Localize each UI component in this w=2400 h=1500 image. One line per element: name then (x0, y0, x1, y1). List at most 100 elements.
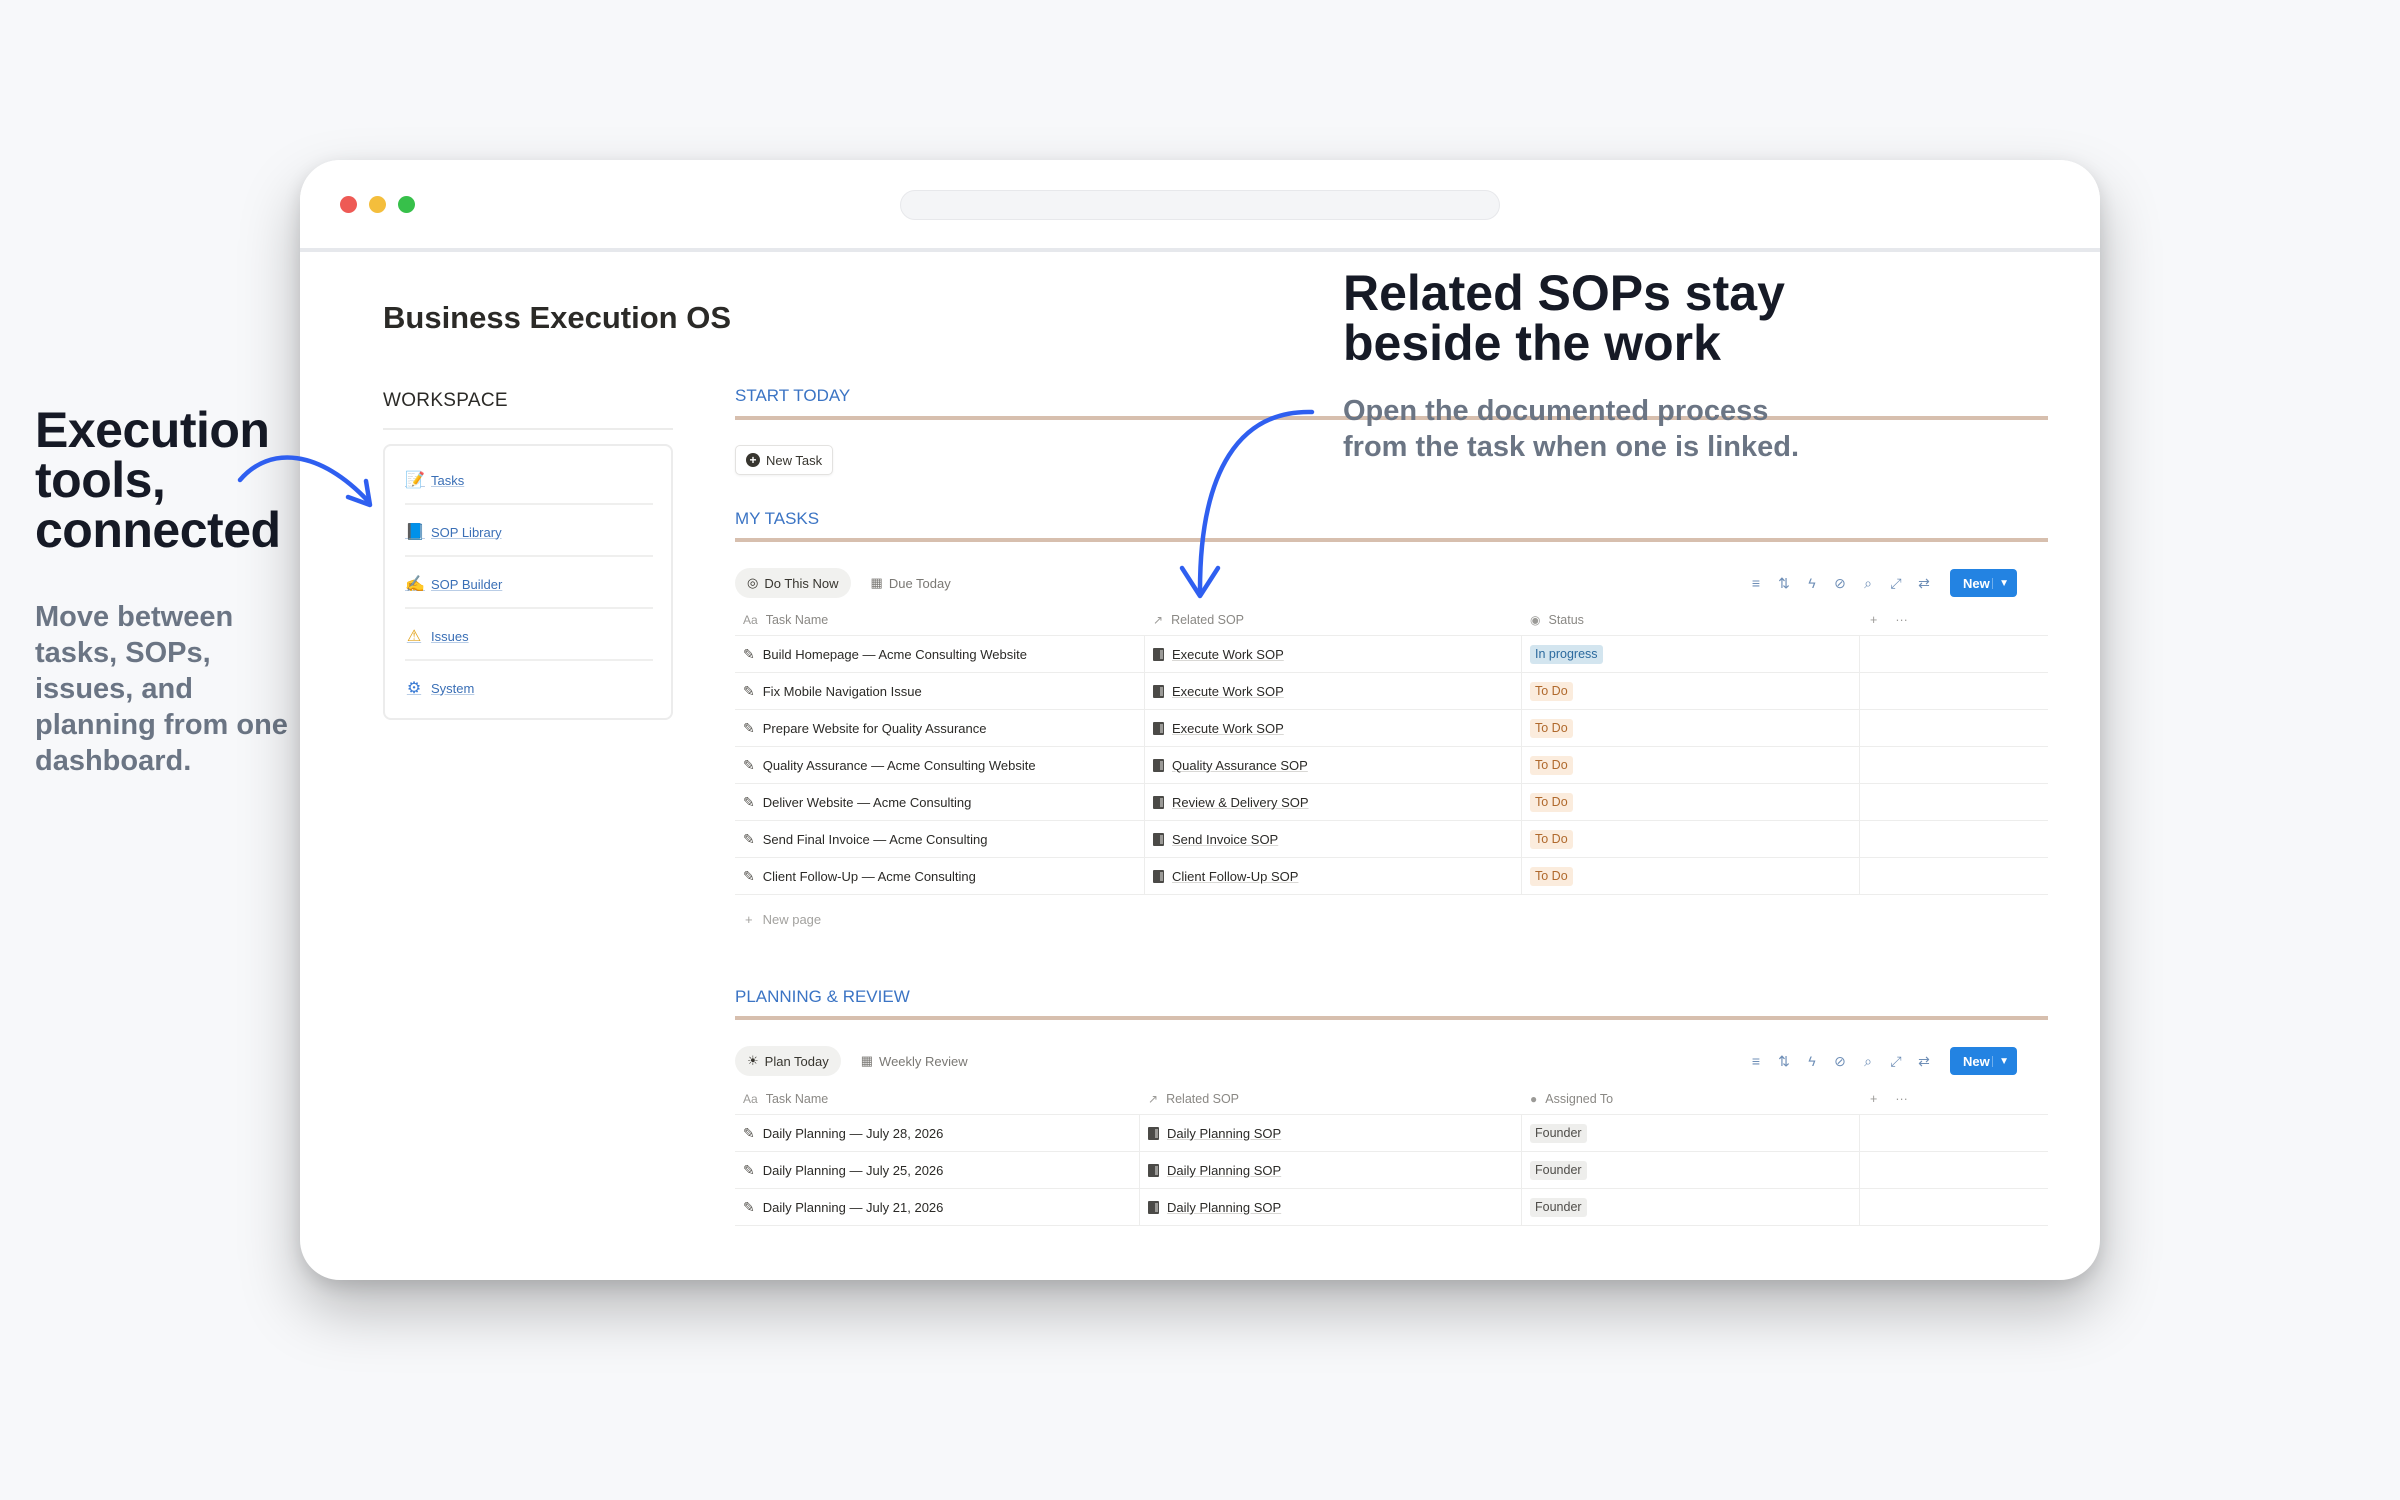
related-sop-link[interactable]: Execute Work SOP (1172, 647, 1284, 662)
status-cell[interactable]: To Do (1522, 821, 1860, 857)
task-name[interactable]: Send Final Invoice — Acme Consulting (763, 832, 988, 847)
status-cell[interactable]: To Do (1522, 747, 1860, 783)
task-name-cell[interactable]: ✎ Daily Planning — July 25, 2026 (735, 1152, 1140, 1188)
minimize-window-button[interactable] (369, 196, 386, 213)
filter-icon[interactable]: ≡ (1748, 1053, 1764, 1069)
related-sop-link[interactable]: Daily Planning SOP (1167, 1163, 1281, 1178)
table-row[interactable]: ✎ Daily Planning — July 28, 2026 Daily Pla… (735, 1115, 2048, 1152)
automation-icon[interactable]: ϟ (1804, 575, 1820, 591)
related-sop-link[interactable]: Send Invoice SOP (1172, 832, 1278, 847)
task-name-cell[interactable]: ✎ Fix Mobile Navigation Issue (735, 673, 1145, 709)
task-name-cell[interactable]: ✎ Prepare Website for Quality Assurance (735, 710, 1145, 746)
table-row[interactable]: ✎ Daily Planning — July 21, 2026 Daily Pla… (735, 1189, 2048, 1226)
task-name[interactable]: Daily Planning — July 21, 2026 (763, 1200, 944, 1215)
search-icon[interactable]: ⌕ (1860, 575, 1876, 592)
task-name[interactable]: Deliver Website — Acme Consulting (763, 795, 972, 810)
settings-sliders-icon[interactable]: ⇄ (1916, 575, 1932, 592)
task-name-cell[interactable]: ✎ Quality Assurance — Acme Consulting Web… (735, 747, 1145, 783)
table-row[interactable]: ✎ Quality Assurance — Acme Consulting Web… (735, 747, 2048, 784)
related-sop-cell[interactable]: Execute Work SOP (1145, 710, 1522, 746)
new-record-button[interactable]: New ▼ (1950, 569, 2017, 597)
chevron-down-icon[interactable]: ▼ (1992, 577, 2009, 589)
column-header-task-name[interactable]: Aa Task Name (735, 604, 1145, 635)
task-name-cell[interactable]: ✎ Build Homepage — Acme Consulting Websit… (735, 636, 1145, 672)
tab-do-this-now[interactable]: ◎ Do This Now (735, 568, 851, 598)
settings-sliders-icon[interactable]: ⇄ (1916, 1053, 1932, 1070)
related-sop-cell[interactable]: Quality Assurance SOP (1145, 747, 1522, 783)
table-row[interactable]: ✎ Prepare Website for Quality Assurance Ex… (735, 710, 2048, 747)
status-cell[interactable]: To Do (1522, 710, 1860, 746)
tab-weekly-review[interactable]: ▦ Weekly Review (849, 1046, 980, 1076)
address-bar[interactable] (900, 190, 1500, 220)
hide-icon[interactable]: ⊘ (1832, 575, 1848, 592)
automation-icon[interactable]: ϟ (1804, 1053, 1820, 1069)
tab-plan-today[interactable]: ☀ Plan Today (735, 1046, 841, 1076)
related-sop-link[interactable]: Daily Planning SOP (1167, 1126, 1281, 1141)
search-icon[interactable]: ⌕ (1860, 1053, 1876, 1070)
task-name-cell[interactable]: ✎ Client Follow-Up — Acme Consulting (735, 858, 1145, 894)
sort-icon[interactable]: ⇅ (1776, 1053, 1792, 1070)
table-row[interactable]: ✎ Build Homepage — Acme Consulting Websit… (735, 636, 2048, 673)
related-sop-link[interactable]: Client Follow-Up SOP (1172, 869, 1298, 884)
table-row[interactable]: ✎ Daily Planning — July 25, 2026 Daily Pla… (735, 1152, 2048, 1189)
related-sop-link[interactable]: Review & Delivery SOP (1172, 795, 1309, 810)
assignee-cell[interactable]: Founder (1522, 1115, 1860, 1151)
related-sop-cell[interactable]: Send Invoice SOP (1145, 821, 1522, 857)
expand-icon[interactable]: ⤢ (1888, 1053, 1904, 1070)
nav-item-sop-library[interactable]: 📘 SOP Library (405, 506, 653, 558)
tab-due-today[interactable]: ▦ Due Today (859, 568, 963, 598)
nav-item-sop-builder[interactable]: ✍ SOP Builder (405, 558, 653, 610)
more-options-icon[interactable]: ··· (1895, 1092, 1908, 1106)
nav-item-system[interactable]: ⚙ System (405, 662, 653, 714)
new-record-button[interactable]: New ▼ (1950, 1047, 2017, 1075)
related-sop-cell[interactable]: Client Follow-Up SOP (1145, 858, 1522, 894)
task-name[interactable]: Client Follow-Up — Acme Consulting (763, 869, 976, 884)
column-header-related-sop[interactable]: ↗ Related SOP (1140, 1083, 1522, 1114)
filter-icon[interactable]: ≡ (1748, 575, 1764, 591)
add-property-icon[interactable]: + (1870, 1092, 1877, 1106)
nav-item-issues[interactable]: ⚠ Issues (405, 610, 653, 662)
task-name[interactable]: Fix Mobile Navigation Issue (763, 684, 922, 699)
new-page-row[interactable]: + New page (745, 912, 821, 927)
related-sop-cell[interactable]: Daily Planning SOP (1140, 1115, 1522, 1151)
column-header-status[interactable]: ◉ Status (1522, 604, 1860, 635)
task-name[interactable]: Quality Assurance — Acme Consulting Webs… (763, 758, 1036, 773)
table-row[interactable]: ✎ Send Final Invoice — Acme Consulting Sen… (735, 821, 2048, 858)
column-header-task-name[interactable]: Aa Task Name (735, 1083, 1140, 1114)
related-sop-link[interactable]: Execute Work SOP (1172, 684, 1284, 699)
task-name-cell[interactable]: ✎ Deliver Website — Acme Consulting (735, 784, 1145, 820)
sort-icon[interactable]: ⇅ (1776, 575, 1792, 592)
assignee-cell[interactable]: Founder (1522, 1152, 1860, 1188)
column-header-related-sop[interactable]: ↗ Related SOP (1145, 604, 1522, 635)
related-sop-cell[interactable]: Daily Planning SOP (1140, 1189, 1522, 1225)
new-task-button[interactable]: + New Task (735, 445, 834, 475)
task-name[interactable]: Daily Planning — July 25, 2026 (763, 1163, 944, 1178)
status-cell[interactable]: To Do (1522, 673, 1860, 709)
table-row[interactable]: ✎ Fix Mobile Navigation Issue Execute Work… (735, 673, 2048, 710)
assignee-cell[interactable]: Founder (1522, 1189, 1860, 1225)
task-name[interactable]: Daily Planning — July 28, 2026 (763, 1126, 944, 1141)
related-sop-cell[interactable]: Execute Work SOP (1145, 636, 1522, 672)
related-sop-cell[interactable]: Daily Planning SOP (1140, 1152, 1522, 1188)
table-row[interactable]: ✎ Deliver Website — Acme Consulting Review… (735, 784, 2048, 821)
column-header-assigned-to[interactable]: ● Assigned To (1522, 1083, 1860, 1114)
task-name-cell[interactable]: ✎ Send Final Invoice — Acme Consulting (735, 821, 1145, 857)
maximize-window-button[interactable] (398, 196, 415, 213)
related-sop-cell[interactable]: Execute Work SOP (1145, 673, 1522, 709)
related-sop-cell[interactable]: Review & Delivery SOP (1145, 784, 1522, 820)
task-name[interactable]: Prepare Website for Quality Assurance (763, 721, 987, 736)
more-options-icon[interactable]: ··· (1895, 613, 1908, 627)
chevron-down-icon[interactable]: ▼ (1992, 1055, 2009, 1067)
status-cell[interactable]: To Do (1522, 784, 1860, 820)
related-sop-link[interactable]: Execute Work SOP (1172, 721, 1284, 736)
task-name-cell[interactable]: ✎ Daily Planning — July 28, 2026 (735, 1115, 1140, 1151)
status-cell[interactable]: In progress (1522, 636, 1860, 672)
task-name-cell[interactable]: ✎ Daily Planning — July 21, 2026 (735, 1189, 1140, 1225)
table-row[interactable]: ✎ Client Follow-Up — Acme Consulting Clien… (735, 858, 2048, 895)
related-sop-link[interactable]: Quality Assurance SOP (1172, 758, 1308, 773)
expand-icon[interactable]: ⤢ (1888, 575, 1904, 592)
task-name[interactable]: Build Homepage — Acme Consulting Website (763, 647, 1027, 662)
related-sop-link[interactable]: Daily Planning SOP (1167, 1200, 1281, 1215)
nav-item-tasks[interactable]: 📝 Tasks (405, 454, 653, 506)
hide-icon[interactable]: ⊘ (1832, 1053, 1848, 1070)
